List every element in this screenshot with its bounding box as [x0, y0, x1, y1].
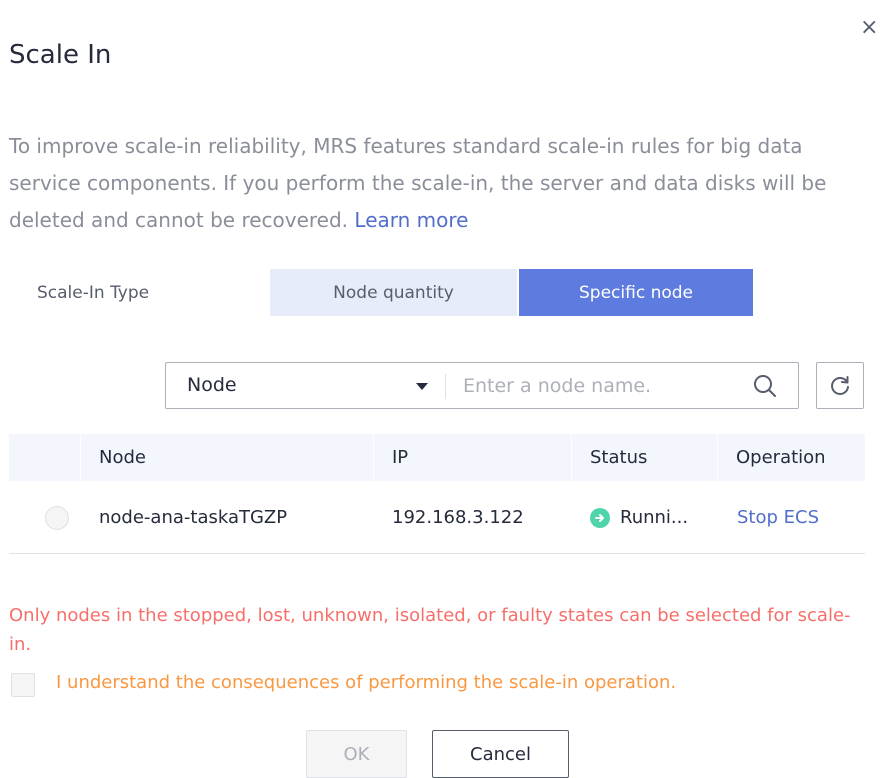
- acknowledge-label: I understand the consequences of perform…: [56, 672, 677, 693]
- column-divider: [717, 434, 718, 481]
- row-radio[interactable]: [45, 506, 69, 530]
- column-divider: [80, 434, 81, 481]
- column-divider: [571, 434, 572, 481]
- stop-ecs-link[interactable]: Stop ECS: [737, 507, 819, 528]
- scale-in-type-label: Scale-In Type: [37, 283, 150, 303]
- learn-more-link[interactable]: Learn more: [354, 208, 468, 232]
- table-row: node-ana-taskaTGZP 192.168.3.122 Runni..…: [9, 481, 865, 554]
- search-icon[interactable]: [752, 373, 778, 399]
- cell-ip: 192.168.3.122: [392, 507, 524, 528]
- search-input[interactable]: [463, 371, 733, 401]
- refresh-icon: [831, 375, 849, 395]
- option-specific-node[interactable]: Specific node: [519, 269, 753, 316]
- search-divider: [445, 374, 446, 399]
- cancel-button[interactable]: Cancel: [432, 730, 569, 778]
- refresh-button[interactable]: [816, 362, 864, 409]
- close-icon[interactable]: ×: [860, 14, 880, 42]
- table-header: Node IP Status Operation: [9, 434, 865, 481]
- chevron-down-icon[interactable]: [416, 383, 428, 390]
- node-search-bar: Node: [165, 362, 799, 409]
- column-header-operation: Operation: [736, 447, 826, 468]
- acknowledge-checkbox[interactable]: [11, 673, 35, 697]
- option-node-quantity[interactable]: Node quantity: [270, 269, 517, 316]
- cell-node-name: node-ana-taskaTGZP: [99, 507, 288, 528]
- ok-button[interactable]: OK: [306, 730, 407, 778]
- selection-warning: Only nodes in the stopped, lost, unknown…: [9, 605, 851, 655]
- column-header-node: Node: [99, 447, 146, 468]
- column-header-ip: IP: [392, 447, 409, 468]
- filter-dropdown[interactable]: Node: [187, 374, 237, 396]
- column-divider: [373, 434, 374, 481]
- arrow-right-circle-icon: [590, 508, 610, 528]
- dialog-description: To improve scale-in reliability, MRS fea…: [9, 128, 859, 239]
- cell-status: Runni...: [620, 507, 689, 528]
- column-header-status: Status: [590, 447, 648, 468]
- dialog-title: Scale In: [9, 40, 112, 70]
